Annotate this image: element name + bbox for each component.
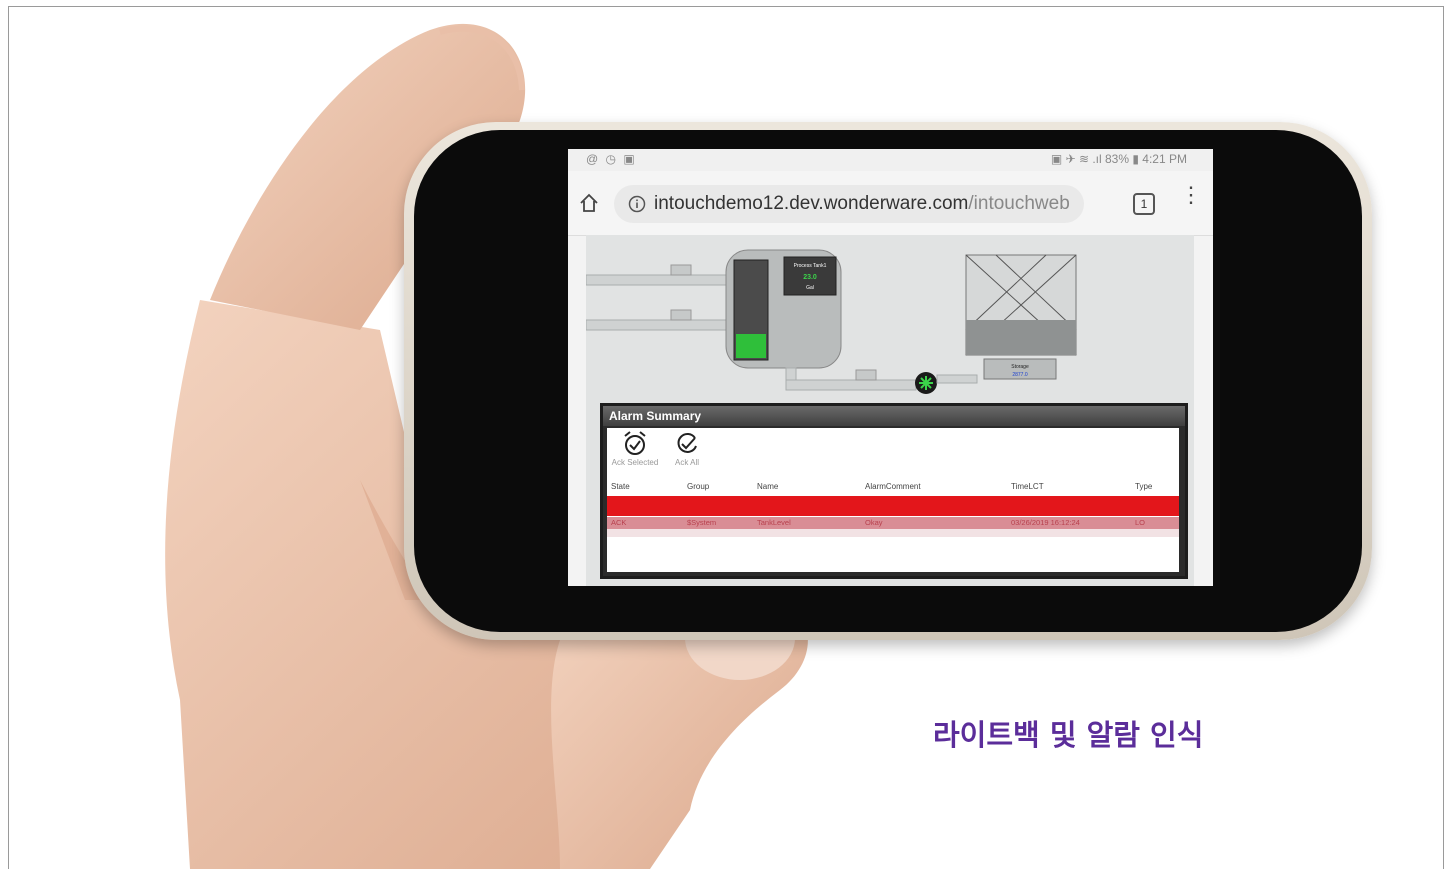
menu-icon[interactable]: ⋮ [1180,184,1202,213]
tabs-icon[interactable]: 1 [1133,193,1155,215]
ack-selected-label: Ack Selected [611,458,659,467]
url-host: intouchdemo12.dev.wonderware.com [654,193,969,214]
row-state: ACK [611,518,627,527]
tank-label: Process Tank1 [794,263,827,269]
url-path: /intouchweb [968,193,1070,214]
status-icons-left: @ ◷ ▣ [586,152,637,166]
row-group: $System [687,518,717,527]
storage-label: Storage [1011,364,1029,370]
storage-value: 2877.0 [1012,372,1028,378]
row-time: 03/26/2019 16:12:24 [1011,518,1080,527]
check-circle-icon [677,433,697,453]
row-type: LO [1135,518,1146,527]
col-alarm-comment: AlarmComment [865,482,921,491]
browser-toolbar: intouchdemo12.dev.wonderware.com/intouch… [568,171,1213,236]
ack-selected-button[interactable]: Ack Selected [609,430,661,474]
col-time-lct: TimeLCT [1011,482,1044,491]
col-name: Name [757,482,779,491]
tank-value: 23.0 [803,274,817,281]
alarm-row-active[interactable] [607,496,1179,516]
alarm-row-empty [607,529,1179,537]
tank-unit: Gal [806,285,814,291]
home-icon[interactable] [579,193,599,213]
alarm-summary-body: Ack Selected Ack All State Group Name Al… [607,428,1179,572]
hmi-graphic: Process Tank1 23.0 Gal Storage 2877.0 Al… [586,235,1194,586]
caption-text: 라이트백 및 알람 인식 [933,718,1204,752]
alarm-clock-check-icon [624,431,646,455]
col-group: Group [687,482,710,491]
row-name: TankLevel [757,518,791,527]
col-state: State [611,482,630,491]
process-diagram: Process Tank1 23.0 Gal Storage 2877.0 [586,249,1077,394]
alarm-summary-title: Alarm Summary [603,406,1185,426]
info-icon[interactable] [628,195,646,213]
url-text: intouchdemo12.dev.wonderware.com/intouch… [654,193,1070,215]
status-bar: @ ◷ ▣ ▣ ✈ ≋ .ıl 83% ▮ 4:21 PM [568,149,1213,171]
ack-all-label: Ack All [674,458,699,467]
ack-all-button[interactable]: Ack All [661,430,713,474]
alarm-table-header: State Group Name AlarmComment TimeLCT Ty… [607,482,1179,494]
alarm-summary-panel: Alarm Summary Ack Selected Ack All State… [600,403,1188,579]
phone-screen: @ ◷ ▣ ▣ ✈ ≋ .ıl 83% ▮ 4:21 PM intouchdem… [568,149,1213,586]
status-info-right: ▣ ✈ ≋ .ıl 83% ▮ 4:21 PM [1050,152,1187,166]
url-bar[interactable]: intouchdemo12.dev.wonderware.com/intouch… [614,185,1084,223]
col-type: Type [1135,482,1153,491]
row-comment: Okay [865,518,883,527]
alarm-row-acknowledged[interactable]: ACK $System TankLevel Okay 03/26/2019 16… [607,517,1179,529]
